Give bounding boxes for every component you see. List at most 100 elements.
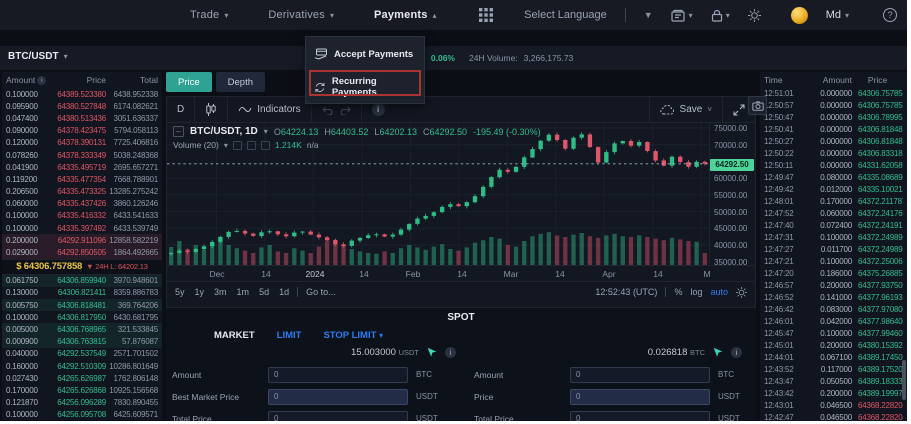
trade-row[interactable]: 12:45:010.20000064380.153929 <box>760 339 907 351</box>
trade-row[interactable]: 12:44:010.06710064389.174500 <box>760 351 907 363</box>
range-button-1y[interactable]: 1y <box>195 287 205 297</box>
orderbook-ask-row[interactable]: 0.09000064378.4234755794.058113 <box>2 125 162 137</box>
trade-row[interactable]: 12:47:520.06000064372.241761 <box>760 207 907 219</box>
orderbook-bid-row[interactable]: 0.12187064256.0962897830.890455 <box>2 397 162 409</box>
scrollbar-thumb[interactable] <box>902 360 906 400</box>
language-caret-icon[interactable]: ▼ <box>644 10 653 20</box>
info-icon[interactable]: i <box>37 76 46 85</box>
orderbook-bid-row[interactable]: 0.10000064256.0957086425.609571 <box>2 409 162 421</box>
transfer-arrow-icon[interactable] <box>426 346 438 358</box>
buy-total-input[interactable] <box>268 411 408 422</box>
menu-item-accept-payments[interactable]: Accept Payments <box>306 43 424 65</box>
pair-selector[interactable]: BTC/USDT ▾ <box>8 51 68 62</box>
orders-wallet-icon[interactable]: ▾ <box>671 9 693 22</box>
trade-row[interactable]: 12:49:470.08000064335.086890 <box>760 171 907 183</box>
menu-item-recurring-payments[interactable]: Recurring Payments <box>306 71 424 103</box>
orderbook-ask-row[interactable]: 0.20650064335.47332513285.275242 <box>2 186 162 198</box>
orderbook-ask-row[interactable]: 0.04190064335.4957192695.657271 <box>2 161 162 173</box>
trade-row[interactable]: 12:46:520.14100064377.961938 <box>760 291 907 303</box>
orderbook-ask-row[interactable]: 0.09590064380.5278486174.082621 <box>2 100 162 112</box>
trade-row[interactable]: 12:47:270.01170064372.249898 <box>760 243 907 255</box>
orderbook-bid-row[interactable]: 0.10000064306.8179506430.681795 <box>2 311 162 323</box>
range-button-1d[interactable]: 1d <box>279 287 289 297</box>
trade-row[interactable]: 12:50:410.00000064306.818481 <box>760 123 907 135</box>
buy-price-input[interactable] <box>268 389 408 405</box>
sell-total-input[interactable] <box>570 411 710 422</box>
orderbook-ask-row[interactable]: 0.11920064335.4773547668.788901 <box>2 173 162 185</box>
transfer-arrow-icon[interactable] <box>712 346 724 358</box>
apps-grid-icon[interactable] <box>479 8 493 22</box>
info-icon[interactable]: i <box>731 347 742 358</box>
trade-row[interactable]: 12:46:570.20000064377.937500 <box>760 279 907 291</box>
orderbook-ask-row[interactable]: 0.12000064378.3901317725.406816 <box>2 137 162 149</box>
chevron-down-icon[interactable]: ▾ <box>264 127 268 136</box>
tab-market[interactable]: MARKET <box>214 330 255 341</box>
orderbook-ask-row[interactable]: 0.10000064335.3974926433.539749 <box>2 222 162 234</box>
trade-row[interactable]: 12:48:010.17000064372.211787 <box>760 195 907 207</box>
trade-row[interactable]: 12:50:220.00000064306.833186 <box>760 147 907 159</box>
trade-row[interactable]: 12:43:470.05050064389.183330 <box>760 375 907 387</box>
trade-row[interactable]: 12:50:270.00000064306.818481 <box>760 135 907 147</box>
save-layout-button[interactable]: Save ˅ <box>649 97 722 122</box>
orderbook-bid-row[interactable]: 0.00090064306.76381557.876087 <box>2 336 162 348</box>
info-icon[interactable]: i <box>445 347 456 358</box>
chart-snapshot-button[interactable] <box>748 96 767 115</box>
settings-icon[interactable] <box>247 141 256 150</box>
lock-icon[interactable]: ▾ <box>711 9 730 22</box>
indicators-button[interactable]: Indicators <box>228 97 311 122</box>
orderbook-bid-row[interactable]: 0.04000064292.5375492571.701502 <box>2 348 162 360</box>
buy-amount-input[interactable] <box>268 367 408 383</box>
undo-icon[interactable] <box>322 105 334 115</box>
orderbook-bid-row[interactable]: 0.00500064306.768965321.533845 <box>2 323 162 335</box>
orderbook-ask-row[interactable]: 0.07826064378.3333495038.248368 <box>2 149 162 161</box>
redo-icon[interactable] <box>339 105 351 115</box>
trade-row[interactable]: 12:47:200.18600064375.268855 <box>760 267 907 279</box>
volume-indicator-label[interactable]: Volume (20) <box>173 140 219 150</box>
log-scale-button[interactable]: log <box>690 287 702 297</box>
orderbook-ask-row[interactable]: 0.02900064292.8505051864.492665 <box>2 246 162 258</box>
candlestick-svg-wrap[interactable]: – BTC/USDT, 1D ▾ O64224.13H64403.52L6420… <box>167 123 709 265</box>
orderbook-bid-row[interactable]: 0.17000064265.62686810925.156568 <box>2 384 162 396</box>
trade-row[interactable]: 12:46:420.08300064377.970800 <box>760 303 907 315</box>
orderbook-bid-row[interactable]: 0.00575064306.818481369.764206 <box>2 299 162 311</box>
trade-row[interactable]: 12:43:420.20000064389.199979 <box>760 387 907 399</box>
sell-amount-input[interactable] <box>570 367 710 383</box>
range-button-3m[interactable]: 3m <box>214 287 227 297</box>
tab-price[interactable]: Price <box>166 72 212 92</box>
percent-scale-button[interactable]: % <box>674 287 682 297</box>
trade-row[interactable]: 12:47:400.07240064372.241917 <box>760 219 907 231</box>
range-button-5d[interactable]: 5d <box>259 287 269 297</box>
user-menu[interactable]: Md ▾ <box>826 9 849 21</box>
chart-y-axis[interactable]: 64292.50 75000.0070000.0060000.0055000.0… <box>709 123 755 265</box>
trade-row[interactable]: 12:47:310.10000064372.249890 <box>760 231 907 243</box>
sell-price-input[interactable] <box>570 389 710 405</box>
trade-row[interactable]: 12:46:010.04200064377.986400 <box>760 315 907 327</box>
chevron-down-icon[interactable]: ▾ <box>224 141 228 150</box>
symbol-interval-label[interactable]: BTC/USDT, 1D <box>190 126 258 137</box>
chart-x-axis[interactable]: Dec14202414Feb14Mar14Apr14M <box>167 265 755 281</box>
eye-icon[interactable] <box>233 141 242 150</box>
orderbook-bid-row[interactable]: 0.16000064292.51030910286.801649 <box>2 360 162 372</box>
candle-style-button[interactable] <box>195 97 228 122</box>
trade-row[interactable]: 12:51:010.00000064306.757858 <box>760 87 907 99</box>
nav-payments[interactable]: Payments ▴ <box>374 9 437 21</box>
trade-row[interactable]: 12:47:210.10000064372.250068 <box>760 255 907 267</box>
gear-icon[interactable] <box>748 9 761 22</box>
trade-row[interactable]: 12:45:470.10000064377.994602 <box>760 327 907 339</box>
nav-derivatives[interactable]: Derivatives ▾ <box>268 9 334 21</box>
nav-trade[interactable]: Trade ▾ <box>190 9 228 21</box>
orderbook-bid-row[interactable]: 0.02743064265.6269871762.806148 <box>2 372 162 384</box>
range-button-1m[interactable]: 1m <box>237 287 250 297</box>
orderbook-bid-row[interactable]: 0.13000064306.8214118359.886783 <box>2 287 162 299</box>
auto-scale-button[interactable]: auto <box>710 287 728 297</box>
interval-button[interactable]: D <box>167 97 195 122</box>
trade-row[interactable]: 12:49:420.01200064335.100218 <box>760 183 907 195</box>
orderbook-bid-row[interactable]: 0.06175064306.8599403970.948601 <box>2 275 162 287</box>
language-selector[interactable]: Select Language <box>524 9 607 21</box>
goto-button[interactable]: Go to... <box>306 287 336 297</box>
trade-row[interactable]: 12:50:110.00000064331.620589 <box>760 159 907 171</box>
tab-depth[interactable]: Depth <box>216 72 265 92</box>
trade-row[interactable]: 12:42:470.04650064368.228204 <box>760 411 907 421</box>
orderbook-ask-row[interactable]: 0.04740064380.5134363051.636337 <box>2 112 162 124</box>
collapse-pane-icon[interactable]: – <box>173 126 184 137</box>
